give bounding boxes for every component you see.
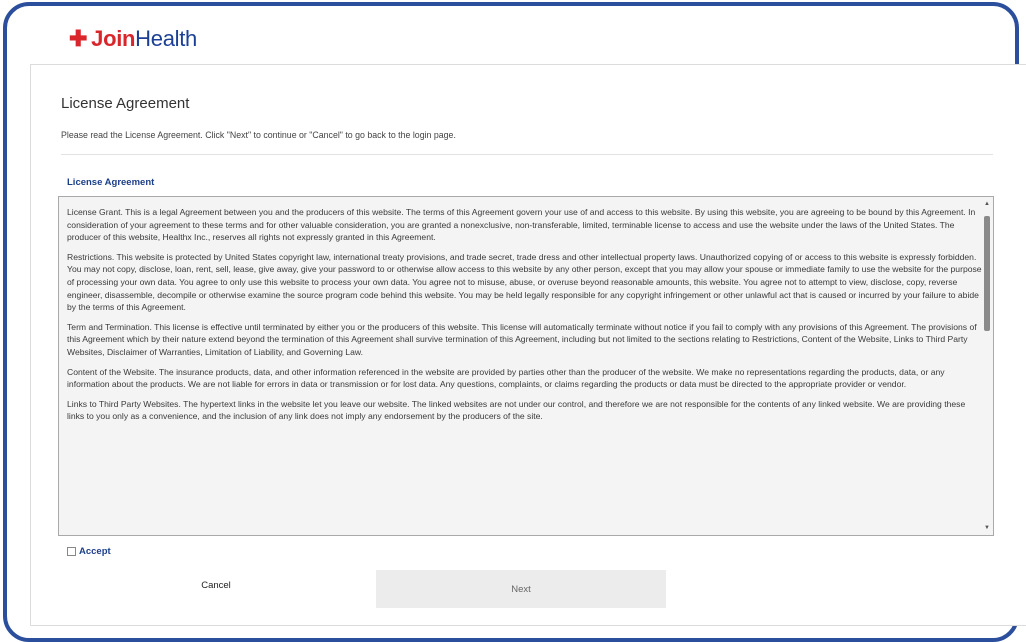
agreement-content: License Grant. This is a legal Agreement… xyxy=(67,206,983,532)
agreement-textbox[interactable]: License Grant. This is a legal Agreement… xyxy=(58,196,994,536)
accept-checkbox[interactable] xyxy=(67,547,76,556)
scroll-thumb[interactable] xyxy=(984,216,990,331)
accept-label: Accept xyxy=(79,546,111,557)
scrollbar[interactable]: ▲ ▼ xyxy=(982,198,992,534)
agreement-paragraph-links: Links to Third Party Websites. The hyper… xyxy=(67,398,966,422)
instructions-text: Please read the License Agreement. Click… xyxy=(61,130,456,140)
logo-health-text: Health xyxy=(135,26,197,51)
section-title: License Agreement xyxy=(67,177,155,188)
cancel-button[interactable]: Cancel xyxy=(191,570,241,600)
page-title: License Agreement xyxy=(61,95,190,112)
agreement-paragraph-license-grant: License Grant. This is a legal Agreement… xyxy=(67,207,976,243)
divider xyxy=(61,154,993,155)
agreement-paragraph-term: Term and Termination. This license is ef… xyxy=(67,321,977,357)
plus-cross-icon: ✚ xyxy=(69,26,88,51)
scroll-down-icon[interactable]: ▼ xyxy=(984,525,990,531)
agreement-paragraph-content: Content of the Website. The insurance pr… xyxy=(67,366,945,390)
joinhealth-logo: ✚ Join Health xyxy=(69,26,197,52)
next-button[interactable]: Next xyxy=(376,570,666,608)
logo-join-text: Join xyxy=(91,26,136,51)
agreement-paragraph-restrictions: Restrictions. This website is protected … xyxy=(67,251,982,313)
scroll-up-icon[interactable]: ▲ xyxy=(984,201,990,207)
accept-checkbox-row[interactable]: Accept xyxy=(67,546,111,557)
